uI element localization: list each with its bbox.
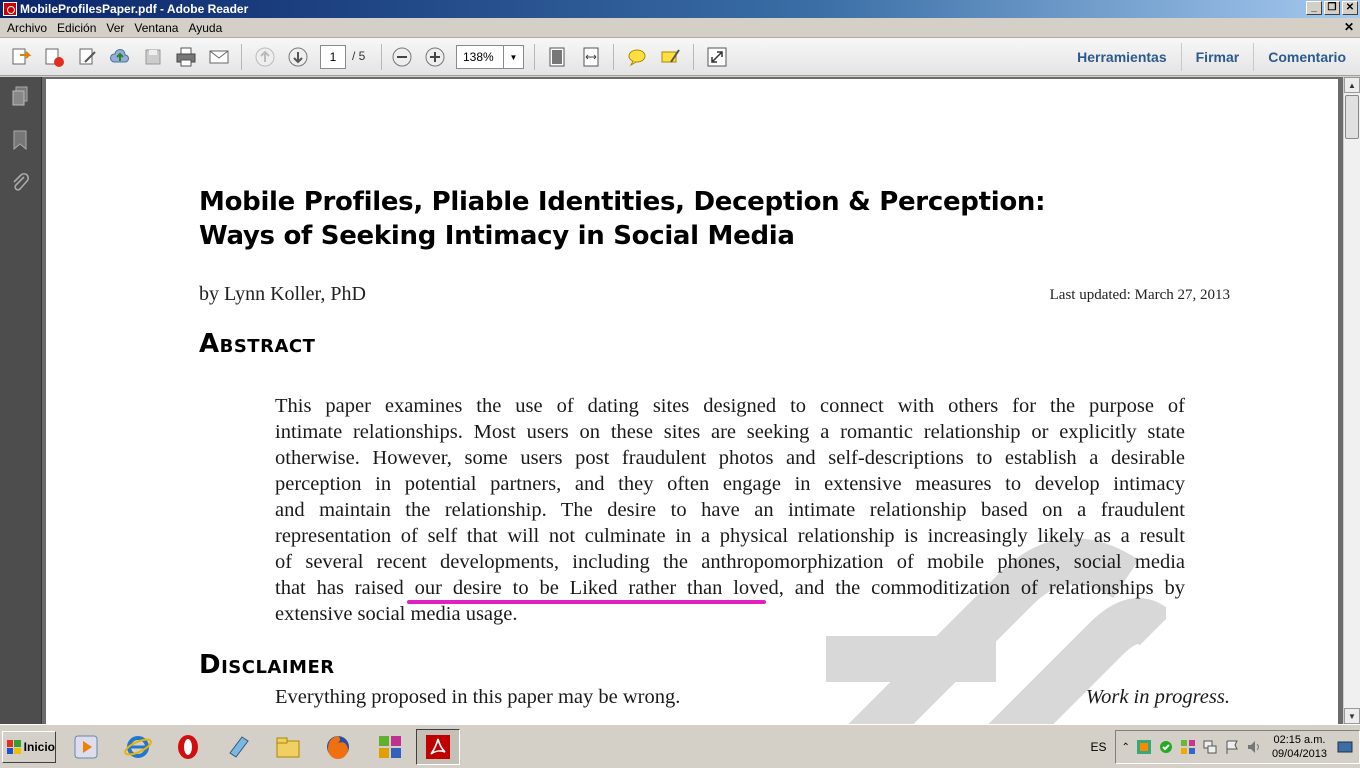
abstract-heading: Abstract [199,329,316,359]
vertical-scrollbar[interactable]: ▲ ▼ [1343,77,1360,724]
sticky-note-icon[interactable] [625,45,649,69]
media-player-icon[interactable] [64,729,108,765]
tray-app-icon[interactable] [1136,739,1152,755]
clock-time: 02:15 a.m. [1273,734,1326,746]
toolbar-separator [534,44,535,70]
menu-edicion[interactable]: Edición [52,21,101,35]
menu-ayuda[interactable]: Ayuda [183,21,227,35]
open-file-icon[interactable] [9,45,33,69]
notepad-icon[interactable] [216,729,260,765]
abstract-line: perception in potential partners, and th… [275,473,1185,495]
save-icon[interactable] [141,45,165,69]
zoom-value: 138% [463,50,494,64]
action-center-flag-icon[interactable] [1224,739,1240,755]
scroll-down-icon[interactable]: ▼ [1344,708,1360,724]
page-number-input[interactable]: 1 [320,45,346,69]
page-total: / 5 [352,49,366,63]
upload-cloud-icon[interactable] [108,45,132,69]
work-in-progress-note: Work in progress. [1085,686,1230,708]
disclaimer-text: Everything proposed in this paper may be… [275,686,681,708]
language-indicator[interactable]: ES [1091,740,1107,754]
abstract-line: extensive social media usage. [275,603,518,625]
abstract-line: representation of self that will not cul… [275,525,1185,547]
show-hidden-icons-icon[interactable]: ⌃ [1122,742,1130,753]
windows-logo-icon [7,740,21,754]
paper-title-line-1: Mobile Profiles, Pliable Identities, Dec… [199,187,1046,217]
toolbar-separator [381,44,382,70]
document-viewer[interactable]: Mobile Profiles, Pliable Identities, Dec… [42,77,1343,724]
internet-explorer-icon[interactable] [116,729,160,765]
abstract-body: This paper examines the use of dating si… [275,393,1185,627]
zoom-in-icon[interactable] [423,45,447,69]
abstract-line: that has raised our desire to be Liked r… [275,577,1185,599]
sign-link[interactable]: Firmar [1180,43,1254,71]
menu-bar: Archivo Edición Ver Ventana Ayuda ✕ [0,18,1360,38]
paper-title: Mobile Profiles, Pliable Identities, Dec… [199,185,1046,253]
file-explorer-icon[interactable] [266,729,310,765]
paper-title-line-2: Ways of Seeking Intimacy in Social Media [199,221,795,251]
chevron-down-icon[interactable]: ▼ [503,46,523,68]
tools-link[interactable]: Herramientas [1063,43,1181,71]
bookmarks-icon[interactable] [7,127,33,153]
restore-button[interactable]: ❐ [1324,1,1340,15]
document-close-button[interactable]: ✕ [1344,20,1354,34]
toolbar-separator [241,44,242,70]
window-title: MobileProfilesPaper.pdf - Adobe Reader [20,2,249,16]
attachments-icon[interactable] [7,169,33,195]
title-bar: MobileProfilesPaper.pdf - Adobe Reader _… [0,0,1360,18]
toolbar-separator [613,44,614,70]
comment-link[interactable]: Comentario [1253,43,1360,71]
start-button[interactable]: Inicio [2,731,56,763]
highlight-text-icon[interactable] [658,45,682,69]
apps-grid-icon[interactable] [368,729,412,765]
fit-width-icon[interactable] [579,45,603,69]
print-icon[interactable] [174,45,198,69]
taskbar: Inicio ES ⌃ 02:15 a.m. 09/04/2013 [0,724,1360,768]
fit-page-icon[interactable] [545,45,569,69]
email-icon[interactable] [207,45,231,69]
clock[interactable]: 02:15 a.m. 09/04/2013 [1272,733,1327,761]
last-updated: Last updated: March 27, 2013 [1049,287,1230,303]
adobe-reader-taskbar-icon[interactable] [416,729,460,765]
menu-ventana[interactable]: Ventana [129,21,183,35]
tray-grid-icon[interactable] [1180,739,1196,755]
underline-annotation[interactable] [407,600,766,604]
page-thumbnails-icon[interactable] [7,83,33,109]
edit-pdf-icon[interactable] [76,45,100,69]
pdf-page: Mobile Profiles, Pliable Identities, Dec… [46,79,1338,724]
menu-archivo[interactable]: Archivo [2,21,52,35]
create-pdf-icon[interactable] [42,45,66,69]
system-tray: ES ⌃ 02:15 a.m. 09/04/2013 [1091,729,1360,765]
firefox-icon[interactable] [316,729,360,765]
abstract-line: intimate relationships. Most users on th… [275,421,1185,443]
adobe-reader-icon [3,2,17,16]
show-desktop-icon[interactable] [1337,739,1353,755]
scroll-thumb[interactable] [1345,95,1359,139]
minimize-button[interactable]: _ [1306,1,1322,15]
network-icon[interactable] [1202,739,1218,755]
scroll-up-icon[interactable]: ▲ [1344,77,1360,93]
abstract-line: and maintain the relationship. The desir… [275,499,1185,521]
opera-icon[interactable] [166,729,210,765]
navigation-pane [0,77,42,724]
abstract-line: otherwise. However, some users post frau… [275,447,1185,469]
start-label: Inicio [23,740,55,754]
abstract-line: This paper examines the use of dating si… [275,395,1185,417]
disclaimer-heading: Disclaimer [199,650,335,680]
next-page-icon[interactable] [286,45,310,69]
menu-ver[interactable]: Ver [101,21,129,35]
full-screen-icon[interactable] [705,45,729,69]
volume-icon[interactable] [1246,739,1262,755]
zoom-select[interactable]: 138% ▼ [456,45,524,69]
zoom-out-icon[interactable] [390,45,414,69]
previous-page-icon[interactable] [253,45,277,69]
close-button[interactable]: ✕ [1342,1,1358,15]
paper-author: by Lynn Koller, PhD [199,283,366,305]
sync-icon[interactable] [1158,739,1174,755]
clock-date: 09/04/2013 [1271,748,1327,760]
toolbar-separator [693,44,694,70]
abstract-line: of several recent developments, includin… [275,551,1185,573]
